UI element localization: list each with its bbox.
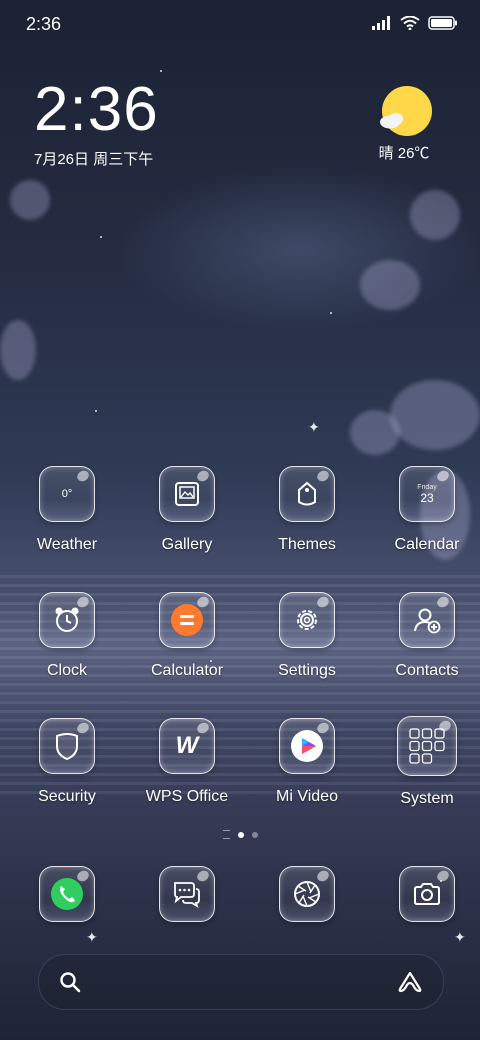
themes-tag-glyph (298, 481, 316, 506)
wallpaper-star (330, 312, 332, 314)
phone-icon (39, 866, 95, 922)
app-row: Security W WPS Office Mi Video System (0, 716, 480, 844)
app-wps-office[interactable]: W WPS Office (134, 718, 240, 844)
alarm-clock-icon (39, 592, 95, 648)
system-folder-icon (397, 716, 457, 776)
wallpaper-star (100, 236, 102, 238)
calculator-icon (159, 592, 215, 648)
dock-messages[interactable] (134, 866, 240, 932)
status-time: 2:36 (26, 14, 62, 34)
app-label: Gallery (161, 536, 213, 553)
app-grid: 0° Weather Gallery Themes Friday 23 Cale… (0, 466, 480, 844)
search-bar[interactable] (38, 954, 444, 1010)
gallery-frame-glyph (175, 482, 199, 506)
weather-summary: 晴 26℃ (378, 145, 430, 162)
app-label: Calculator (150, 662, 224, 679)
chat-bubbles-glyph (174, 882, 200, 909)
wallpaper-sparkle: ✦ (454, 929, 466, 945)
app-settings[interactable]: Settings (254, 592, 360, 718)
app-security[interactable]: Security (14, 718, 120, 844)
app-weather[interactable]: 0° Weather (14, 466, 120, 592)
contacts-person-glyph (414, 608, 441, 634)
wallpaper-sparkle: ✦ (308, 419, 320, 435)
app-label: WPS Office (145, 788, 229, 805)
wallpaper-blossom (10, 180, 50, 220)
shield-glyph (56, 733, 78, 761)
search-icon[interactable] (59, 971, 81, 993)
app-label: Calendar (394, 536, 460, 553)
calculator-glyph (171, 604, 203, 636)
themes-icon (279, 466, 335, 522)
app-gallery[interactable]: Gallery (134, 466, 240, 592)
app-row: 0° Weather Gallery Themes Friday 23 Cale… (0, 466, 480, 592)
page-dot (251, 831, 258, 838)
gear-glyph (297, 610, 317, 630)
weather-icon-temp: 0° (61, 488, 73, 500)
app-mi-video[interactable]: Mi Video (254, 718, 360, 844)
gallery-icon (159, 466, 215, 522)
mi-video-icon (279, 718, 335, 774)
app-label: Settings (278, 662, 336, 679)
app-label: Themes (278, 536, 336, 553)
wallpaper-blossom (410, 190, 460, 240)
security-shield-icon (39, 718, 95, 774)
app-label: Clock (46, 662, 87, 679)
widget-date: 7月26日 周三下午 (34, 151, 154, 168)
weather-widget[interactable]: 晴 26℃ (364, 84, 444, 163)
wallpaper-star (95, 410, 97, 412)
wallpaper-sparkle: ✦ (86, 929, 98, 945)
battery-icon (428, 16, 457, 30)
wallpaper-blossom (360, 260, 420, 310)
app-label: Weather (36, 536, 98, 553)
app-row: Clock Calculator Settings Contacts (0, 592, 480, 718)
assistant-icon[interactable] (397, 971, 423, 993)
status-icons (372, 16, 458, 30)
wallpaper-blossom (390, 380, 480, 450)
status-bar: 2:36 (0, 0, 480, 48)
wps-office-icon: W (159, 718, 215, 774)
dock-row (0, 866, 480, 932)
page-indicator[interactable] (0, 830, 480, 839)
app-system-folder[interactable]: System (374, 716, 480, 844)
calendar-icon-day: Friday (417, 483, 437, 491)
signal-icon (372, 16, 390, 30)
play-glyph (291, 730, 323, 762)
phone-handset-glyph (51, 878, 83, 910)
app-label: System (400, 790, 454, 807)
app-label: Contacts (395, 662, 459, 679)
wallpaper-star (160, 70, 162, 72)
app-contacts[interactable]: Contacts (374, 592, 480, 718)
contacts-icon (399, 592, 455, 648)
alarm-clock-glyph (55, 607, 79, 632)
wallpaper-blossom (0, 320, 36, 380)
app-calculator[interactable]: Calculator (134, 592, 240, 718)
app-label: Security (38, 788, 96, 805)
calendar-icon: Friday 23 (399, 466, 455, 522)
wallpaper-blossom (350, 410, 400, 455)
app-calendar[interactable]: Friday 23 Calendar (374, 466, 480, 592)
app-themes[interactable]: Themes (254, 466, 360, 592)
settings-gear-icon (279, 592, 335, 648)
folder-grid-glyph (409, 728, 445, 764)
dock-phone[interactable] (14, 866, 120, 932)
messages-icon (159, 866, 215, 922)
weather-icon: 0° (39, 466, 95, 522)
browser-shutter-icon (279, 866, 335, 922)
dock-camera[interactable] (374, 866, 480, 932)
app-label: Mi Video (276, 788, 338, 805)
calendar-icon-date: 23 (420, 490, 434, 505)
clock-widget[interactable]: 2:36 7月26日 周三下午 (34, 78, 159, 169)
widget-time: 2:36 (34, 75, 159, 144)
aperture-glyph (294, 881, 320, 907)
camera-glyph (414, 883, 440, 905)
camera-icon (399, 866, 455, 922)
wps-glyph: W (175, 732, 199, 759)
page-dot-active (237, 831, 244, 838)
sunny-cloud-icon (380, 86, 432, 136)
menu-lines-icon (222, 830, 230, 839)
app-clock[interactable]: Clock (14, 592, 120, 718)
wifi-icon (400, 16, 420, 30)
dock-browser[interactable] (254, 866, 360, 932)
dock (0, 866, 480, 932)
